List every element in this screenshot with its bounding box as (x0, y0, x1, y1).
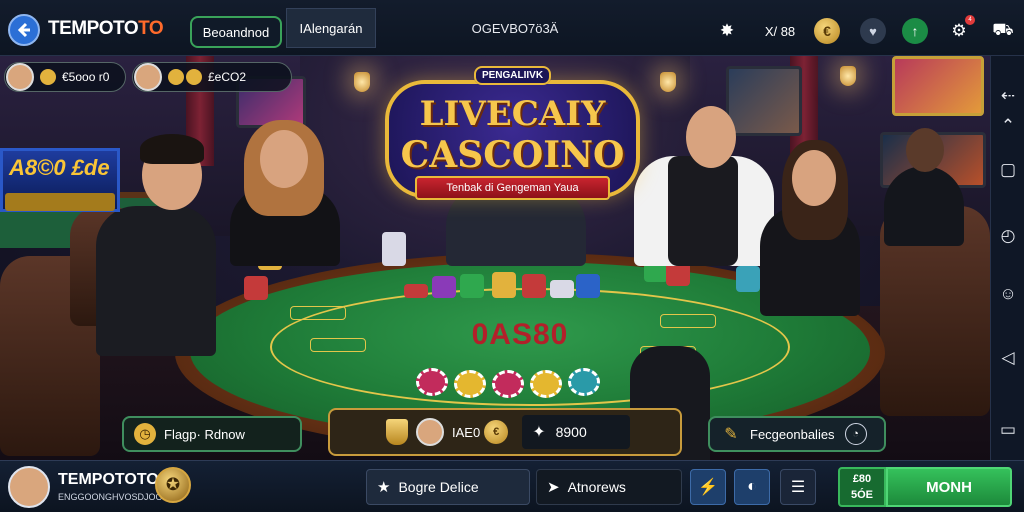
brand-main: TEMPOTO (48, 18, 139, 39)
jackpot-text: A8©0 £de (9, 155, 110, 180)
logo-ribbon: Tenbak di Gengeman Yaua (415, 176, 610, 200)
wall-lamp (840, 66, 856, 86)
arrow-left-icon[interactable]: ⇠ (996, 84, 1020, 108)
avatar (6, 63, 34, 91)
chip[interactable] (530, 370, 562, 398)
chip[interactable] (416, 368, 448, 396)
amount-line-2: 5ÓE (850, 489, 873, 501)
wall-lamp (354, 72, 370, 92)
chip[interactable] (454, 370, 486, 398)
chip-stack (492, 272, 516, 298)
chip-stack (736, 266, 760, 292)
brand-logo[interactable]: TEMPOTOTO (48, 18, 164, 40)
logo-line-1: LIVECAIY (419, 94, 606, 134)
bet-amount: 8900 (555, 424, 587, 440)
shield-icon[interactable]: ♥ (860, 18, 886, 44)
star-icon: ★ (377, 479, 391, 496)
bogre-delice-button[interactable]: ★ Bogre Delice (366, 469, 530, 505)
chip-stack (432, 276, 456, 298)
bet-amount-display: £80 5ÓE (838, 467, 886, 507)
wall-screen (892, 56, 984, 116)
x-chart-icon[interactable]: X/ 88 (760, 18, 800, 44)
player-balance: €5ooo r0 (62, 70, 110, 84)
bet-spot[interactable] (660, 314, 716, 328)
tab-beoandnod[interactable]: Beoandnod (190, 16, 282, 48)
menu-icon[interactable]: ☰ (780, 469, 816, 505)
coin-icon[interactable]: € (814, 18, 840, 44)
coin-icon (168, 69, 184, 85)
jackpot-screen: A8©0 £de (0, 148, 120, 212)
bet-panel-label: IAE0 (452, 424, 481, 440)
feather-icon: ✎ (724, 426, 738, 443)
jackpot-bar (5, 193, 115, 211)
chip-stack (382, 232, 406, 266)
bet-spot[interactable] (310, 338, 366, 352)
chevron-up-icon[interactable]: ⌃ (996, 114, 1020, 138)
top-bar: TEMPOTOTO Beoandnod IAlengarán OGEVBO7ö3… (0, 0, 1024, 56)
bet-amount-box[interactable]: ✦ 8900 (522, 415, 631, 449)
logo-line-2: CASCOINO (400, 134, 625, 176)
bottom-bar: TEMPOTOTO ENGGOONGHVOSDJOOD ✪ ★ Bogre De… (0, 460, 1024, 512)
logo-kicker: PENGALIIVK (473, 66, 552, 85)
bogre-delice-label: Bogre Delice (398, 479, 479, 495)
chip-stack (244, 276, 268, 300)
chip-stack (404, 284, 428, 298)
cart-icon[interactable]: ⛟ (990, 18, 1016, 44)
green-up-icon[interactable]: ↑ (902, 18, 928, 44)
chip[interactable] (492, 370, 524, 398)
fecgeonbalies-label: Fecgeonbalies (750, 426, 835, 442)
square-icon[interactable]: ▢ (996, 158, 1020, 182)
user-subtitle: ENGGOONGHVOSDJOOD (58, 492, 170, 502)
chip-stack (550, 280, 574, 298)
emoji-icon[interactable]: ☺ (996, 282, 1020, 306)
trophy-icon (386, 419, 408, 445)
tab-ialengaran[interactable]: IAlengarán (286, 8, 376, 48)
arrow-icon: ➤ (547, 479, 560, 496)
coin-icon (40, 69, 56, 85)
user-name: TEMPOTOTO (58, 471, 159, 488)
gauge-icon: ◔ (844, 423, 867, 445)
puzzle-icon: ✦ (532, 424, 546, 441)
chat-icon[interactable]: ▭ (996, 418, 1020, 442)
atnorews-label: Atnorews (567, 479, 626, 495)
chip-stack (576, 274, 600, 298)
rank-badge-icon[interactable]: ✪ (155, 467, 191, 503)
player-balance-chip-2[interactable]: £eCO2 (132, 62, 292, 92)
right-rail: ⇠ ⌃ ▢ ◴ ☺ ◁ ▭ (990, 56, 1024, 460)
atnorews-button[interactable]: ➤ Atnorews (536, 469, 682, 505)
coin-icon: € (484, 420, 509, 444)
wall-lamp (660, 72, 676, 92)
avatar (134, 63, 162, 91)
live-casino-logo: PENGALIIVK LIVECAIY CASCOINO Tenbak di G… (385, 66, 640, 210)
brand-accent: TO (138, 18, 164, 39)
live-casino-scene: 0AS80 PENGALIIVK LIVECAIY CASCOINO Tenba… (0, 56, 990, 460)
bet-panel[interactable]: IAE0 € ✦ 8900 (328, 408, 682, 456)
triangle-left-icon[interactable]: ◁ (996, 346, 1020, 370)
tab-ogevbo[interactable]: OGEVBO7ö3Ä (460, 8, 570, 48)
amount-line-1: £80 (852, 473, 872, 485)
flag-rdnow-button[interactable]: ◷ Flagp· Rdnow (122, 416, 302, 452)
star-burst-icon[interactable]: ✸ (714, 18, 740, 44)
bet-spot[interactable] (290, 306, 346, 320)
place-bet-button[interactable]: MONH (886, 467, 1012, 507)
user-avatar[interactable] (8, 466, 50, 508)
back-arrow-icon[interactable] (8, 14, 40, 46)
chip[interactable] (568, 368, 600, 396)
player-balance-2: £eCO2 (208, 70, 247, 84)
speech-icon[interactable]: ◐ (734, 469, 770, 505)
settings-icon[interactable]: ⚙ 4 (946, 15, 975, 44)
notification-badge: 4 (965, 15, 975, 25)
coin-icon (186, 69, 202, 85)
fecgeonbalies-button[interactable]: ✎ Fecgeonbalies ◔ (708, 416, 886, 452)
avatar (416, 418, 444, 446)
player-balance-chip[interactable]: €5ooo r0 (4, 62, 126, 92)
felt-brand-text: 0AS80 (471, 318, 569, 351)
wall-screen (726, 66, 802, 136)
chip-stack (522, 274, 546, 298)
chip-stack (460, 274, 484, 298)
lightning-icon[interactable]: ⚡ (690, 469, 726, 505)
timer-icon[interactable]: ◴ (996, 224, 1020, 248)
flag-rdnow-label: Flagp· Rdnow (164, 426, 245, 442)
clock-icon: ◷ (134, 423, 156, 445)
